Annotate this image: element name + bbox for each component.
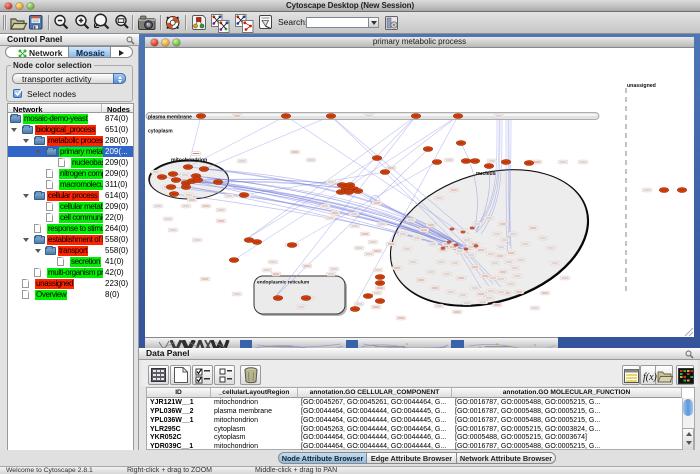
svg-text:plasma membrane: plasma membrane <box>148 115 192 121</box>
svg-text:nucleus: nucleus <box>476 171 496 177</box>
svg-text:mitochondrion: mitochondrion <box>171 158 207 164</box>
svg-text:f(x): f(x) <box>643 372 658 383</box>
svg-text:unassigned: unassigned <box>627 83 656 89</box>
svg-text:cytoplasm: cytoplasm <box>148 129 173 135</box>
svg-text:endoplasmic reticulum: endoplasmic reticulum <box>257 280 309 286</box>
